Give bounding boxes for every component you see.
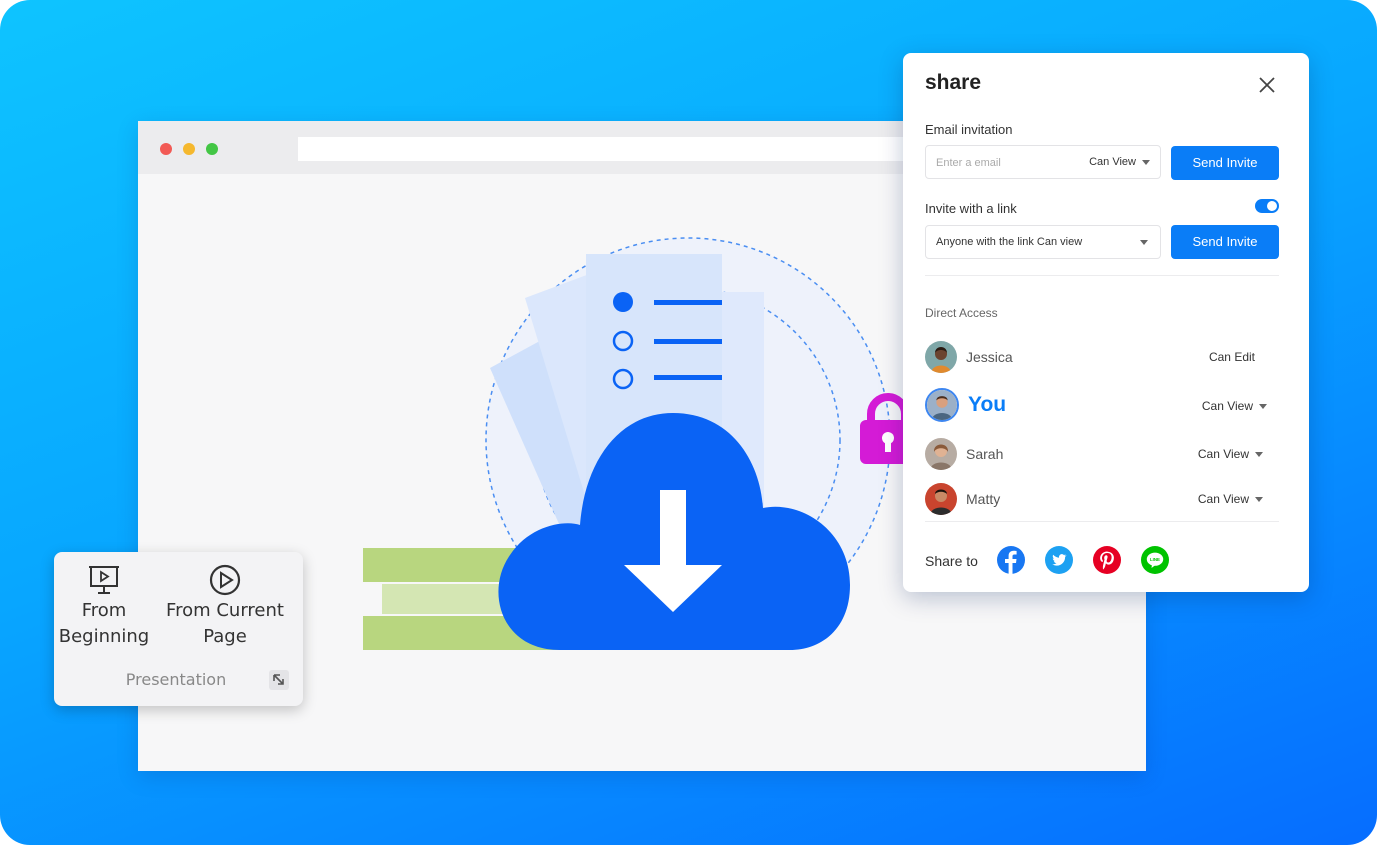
background-stage: From Beginning From Current Page Present… bbox=[0, 0, 1377, 845]
email-permission-dropdown[interactable]: Can View bbox=[1089, 156, 1150, 168]
avatar[interactable] bbox=[925, 483, 957, 515]
email-invitation-label: Email invitation bbox=[925, 122, 1013, 137]
from-current-page-button[interactable]: From Current Page bbox=[164, 564, 286, 650]
send-invite-link-button[interactable]: Send Invite bbox=[1171, 225, 1279, 259]
link-permission-value: Anyone with the link Can view bbox=[936, 236, 1083, 248]
person-name: You bbox=[968, 393, 1007, 416]
dialog-launcher-icon[interactable] bbox=[268, 669, 290, 691]
list-line-1 bbox=[654, 300, 722, 305]
presentation-ribbon: From Beginning From Current Page Present… bbox=[54, 552, 303, 706]
chevron-down-icon bbox=[1255, 452, 1263, 458]
permission-dropdown[interactable]: Can View bbox=[1198, 447, 1263, 461]
direct-access-label: Direct Access bbox=[925, 306, 998, 320]
divider bbox=[925, 521, 1279, 522]
share-to-label: Share to bbox=[925, 553, 978, 569]
checked-bullet bbox=[613, 292, 633, 312]
access-row-jessica: Jessica Can Edit bbox=[925, 341, 1285, 375]
twitter-icon[interactable] bbox=[1045, 546, 1073, 574]
access-row-you: You Can View bbox=[925, 388, 1285, 424]
list-line-3 bbox=[654, 375, 722, 380]
avatar[interactable] bbox=[925, 388, 959, 422]
person-name: Jessica bbox=[966, 349, 1013, 365]
avatar[interactable] bbox=[925, 341, 957, 373]
invite-link-toggle[interactable] bbox=[1255, 199, 1279, 213]
arrow-shaft bbox=[660, 490, 686, 570]
presentation-group-label: Presentation bbox=[125, 670, 227, 689]
invite-link-label: Invite with a link bbox=[925, 201, 1017, 216]
send-invite-email-button[interactable]: Send Invite bbox=[1171, 146, 1279, 180]
from-beginning-label-2: Beginning bbox=[58, 626, 150, 647]
pinterest-icon[interactable] bbox=[1093, 546, 1121, 574]
facebook-icon[interactable] bbox=[997, 546, 1025, 574]
access-row-matty: Matty Can View bbox=[925, 483, 1285, 517]
permission-dropdown[interactable]: Can View bbox=[1198, 492, 1263, 506]
play-circle-icon bbox=[209, 564, 241, 596]
line-icon[interactable]: LINE bbox=[1141, 546, 1169, 574]
access-row-sarah: Sarah Can View bbox=[925, 438, 1285, 472]
person-name: Sarah bbox=[966, 446, 1004, 462]
from-beginning-button[interactable]: From Beginning bbox=[56, 564, 152, 650]
chevron-down-icon bbox=[1140, 240, 1148, 245]
share-dialog: share Email invitation Can View Send Inv… bbox=[903, 53, 1309, 592]
permission-dropdown[interactable]: Can View bbox=[1202, 399, 1267, 413]
link-permission-select[interactable]: Anyone with the link Can view bbox=[925, 225, 1161, 259]
from-current-label-2: Page bbox=[203, 626, 247, 647]
list-line-2 bbox=[654, 339, 722, 344]
chevron-down-icon bbox=[1142, 159, 1150, 165]
from-beginning-label-1: From bbox=[81, 600, 127, 621]
chevron-down-icon bbox=[1255, 497, 1263, 503]
avatar[interactable] bbox=[925, 438, 957, 470]
chevron-down-icon bbox=[1259, 404, 1267, 410]
person-name: Matty bbox=[966, 491, 1001, 507]
email-invite-field: Can View bbox=[925, 145, 1161, 179]
email-input[interactable] bbox=[936, 154, 1086, 172]
from-current-label-1: From Current bbox=[166, 600, 284, 621]
divider bbox=[925, 275, 1279, 276]
share-title: share bbox=[925, 71, 982, 94]
svg-text:LINE: LINE bbox=[1150, 557, 1160, 562]
toggle-knob bbox=[1267, 201, 1277, 211]
slideshow-screen-icon bbox=[89, 566, 119, 594]
permission-label: Can Edit bbox=[1208, 350, 1255, 364]
close-icon[interactable] bbox=[1257, 75, 1277, 95]
